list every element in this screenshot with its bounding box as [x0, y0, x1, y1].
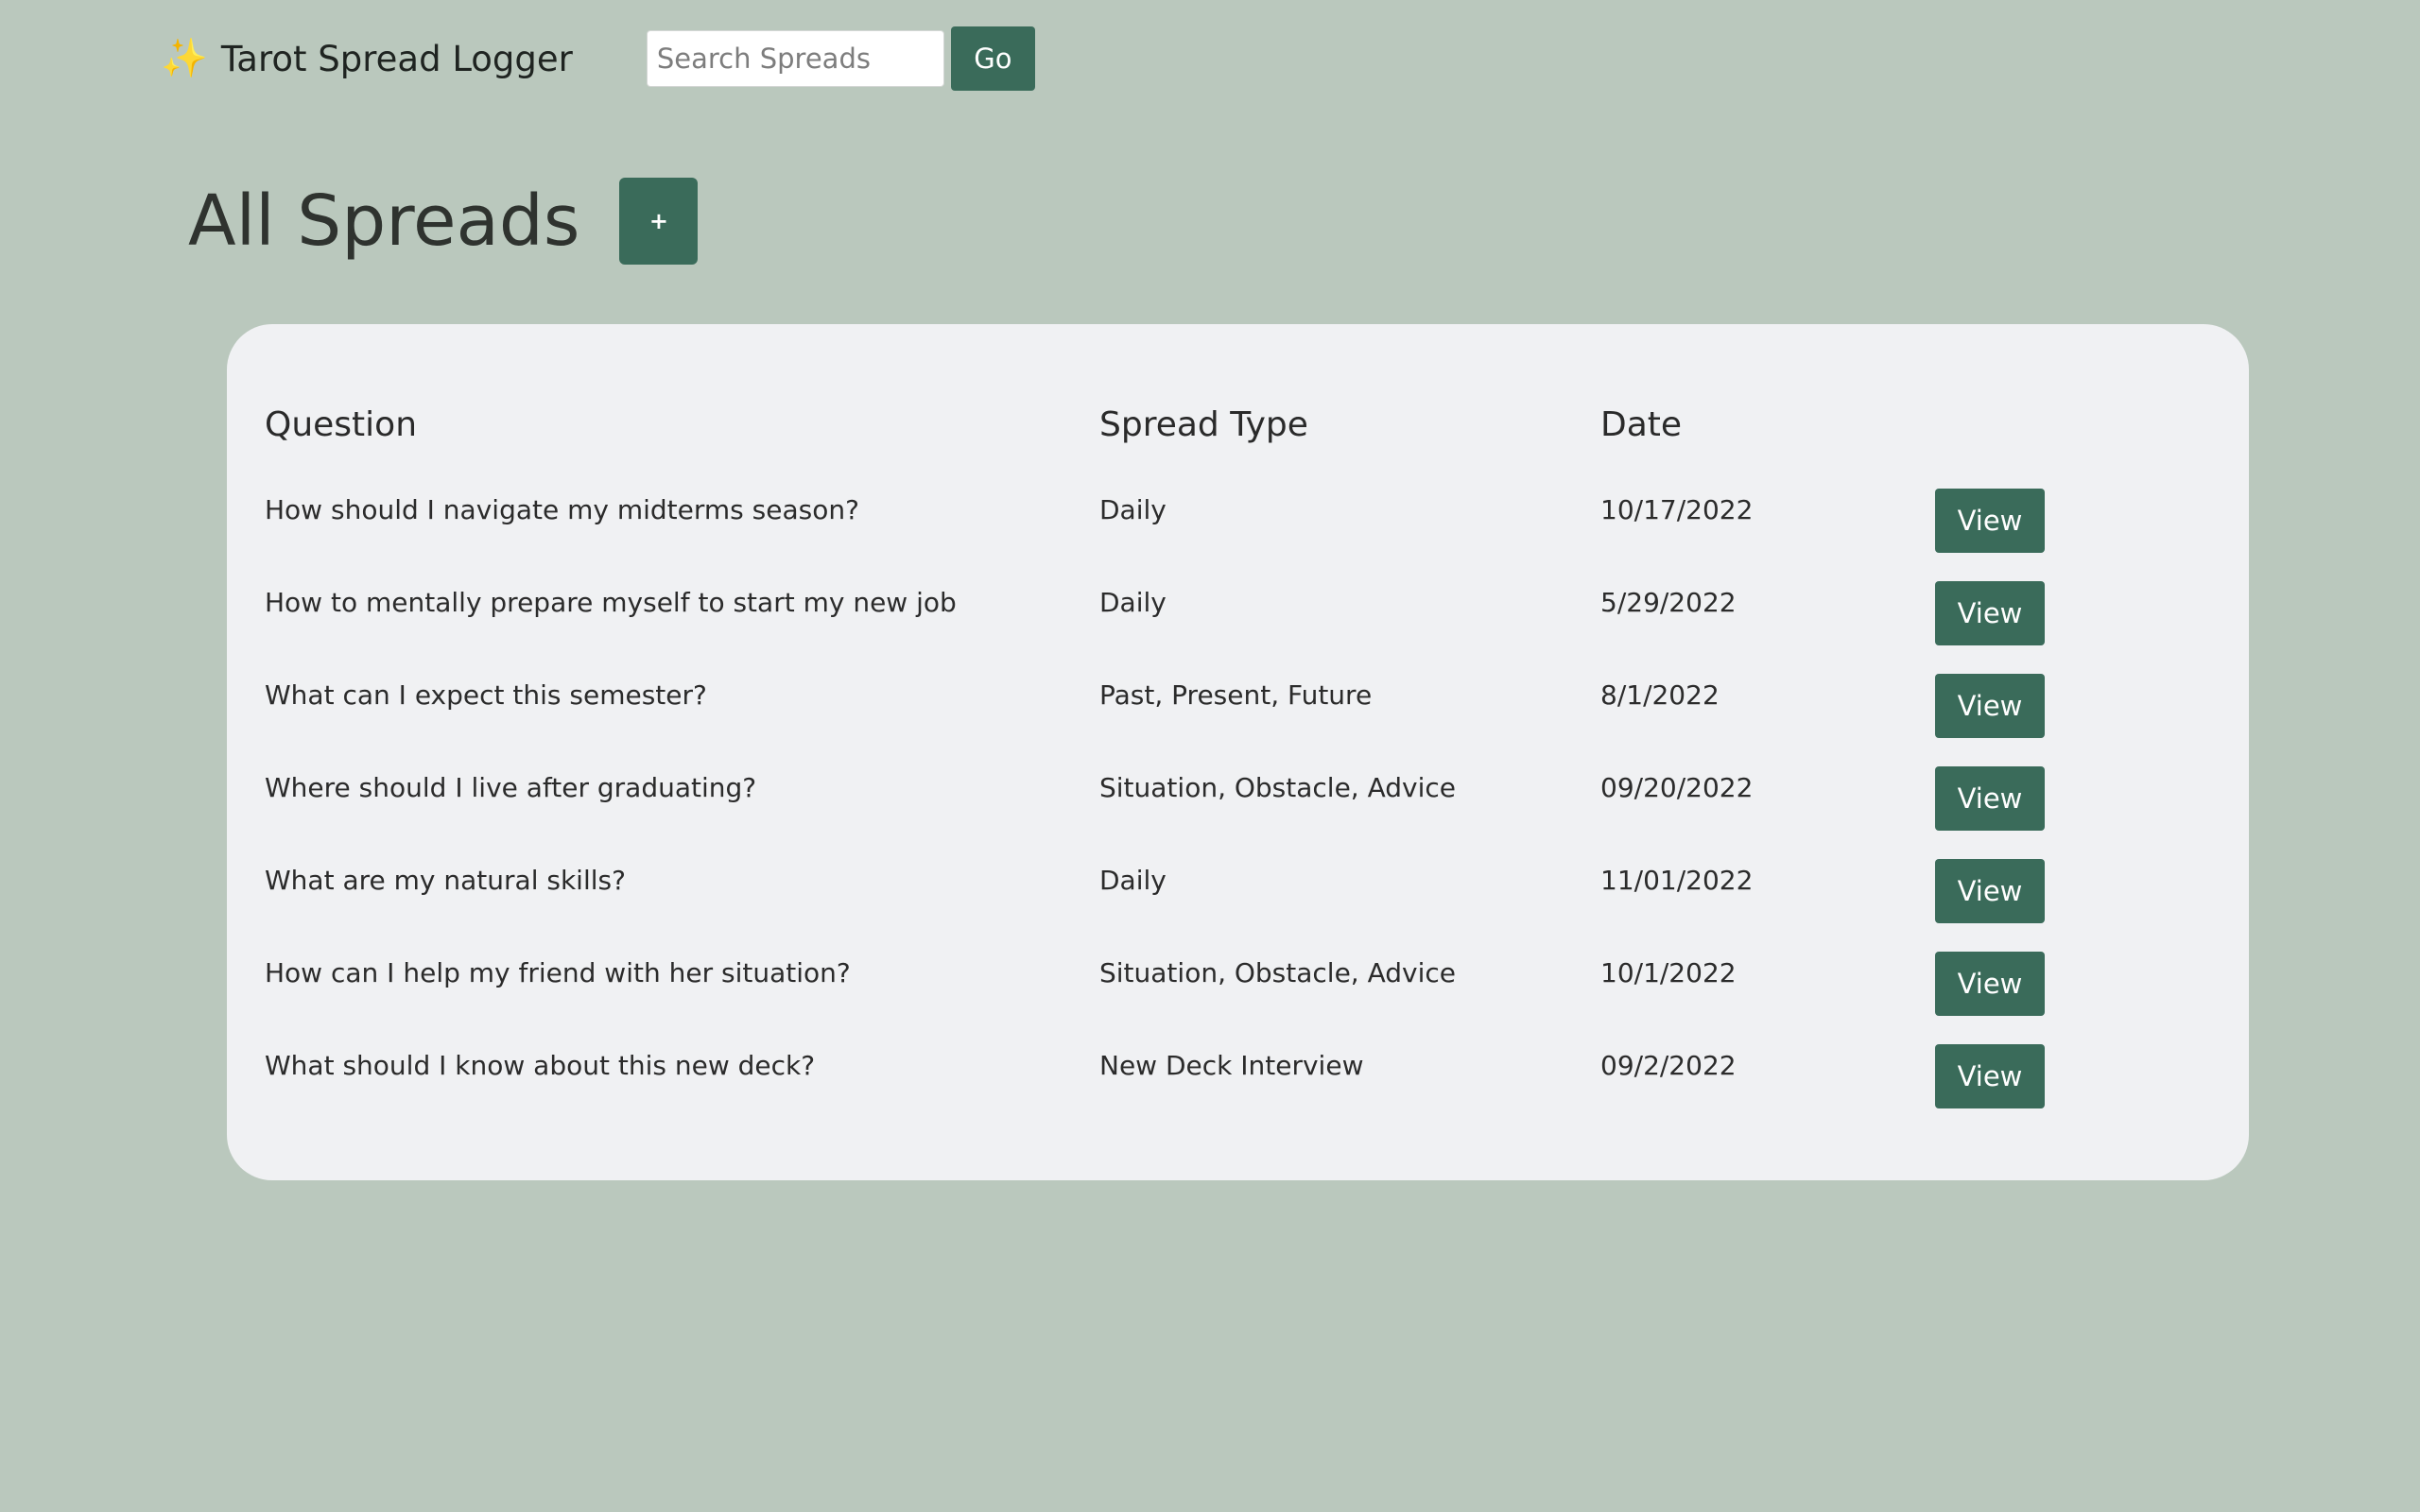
brand[interactable]: ✨ Tarot Spread Logger — [161, 39, 573, 79]
question-cell: Where should I live after graduating? — [265, 772, 757, 803]
view-button[interactable]: View — [1935, 489, 2045, 553]
view-button[interactable]: View — [1935, 859, 2045, 923]
column-header-spread-type: Spread Type — [1099, 405, 1308, 444]
question-cell: How can I help my friend with her situat… — [265, 957, 851, 988]
sparkles-icon: ✨ — [161, 37, 208, 80]
question-cell: How should I navigate my midterms season… — [265, 494, 859, 525]
date-cell: 8/1/2022 — [1600, 679, 1720, 711]
date-cell: 11/01/2022 — [1600, 865, 1754, 896]
spread-type-cell: Situation, Obstacle, Advice — [1099, 957, 1457, 988]
question-cell: How to mentally prepare myself to start … — [265, 587, 957, 618]
date-cell: 10/17/2022 — [1600, 494, 1754, 525]
date-cell: 09/2/2022 — [1600, 1050, 1737, 1081]
go-button[interactable]: Go — [950, 26, 1035, 91]
column-header-date: Date — [1600, 405, 1683, 444]
spread-type-cell: Situation, Obstacle, Advice — [1099, 772, 1457, 803]
spread-type-cell: New Deck Interview — [1099, 1050, 1364, 1081]
brand-title: Tarot Spread Logger — [220, 38, 573, 79]
spread-type-cell: Past, Present, Future — [1099, 679, 1373, 711]
date-cell: 10/1/2022 — [1600, 957, 1737, 988]
search-input[interactable] — [646, 30, 944, 87]
top-navbar: ✨ Tarot Spread Logger Go — [161, 26, 1035, 91]
spread-type-cell: Daily — [1099, 494, 1167, 525]
view-button[interactable]: View — [1935, 766, 2045, 831]
date-cell: 09/20/2022 — [1600, 772, 1754, 803]
page-title: All Spreads — [188, 180, 580, 262]
view-button[interactable]: View — [1935, 1044, 2045, 1108]
question-cell: What can I expect this semester? — [265, 679, 707, 711]
column-header-question: Question — [265, 405, 418, 444]
view-button[interactable]: View — [1935, 952, 2045, 1016]
spreads-table: Question Spread Type Date How should I n… — [227, 324, 2249, 1180]
add-spread-button[interactable]: + — [619, 178, 699, 265]
spread-type-cell: Daily — [1099, 587, 1167, 618]
spread-type-cell: Daily — [1099, 865, 1167, 896]
date-cell: 5/29/2022 — [1600, 587, 1737, 618]
view-button[interactable]: View — [1935, 674, 2045, 738]
question-cell: What are my natural skills? — [265, 865, 626, 896]
page-header: All Spreads + — [188, 178, 699, 265]
question-cell: What should I know about this new deck? — [265, 1050, 816, 1081]
view-button[interactable]: View — [1935, 581, 2045, 645]
